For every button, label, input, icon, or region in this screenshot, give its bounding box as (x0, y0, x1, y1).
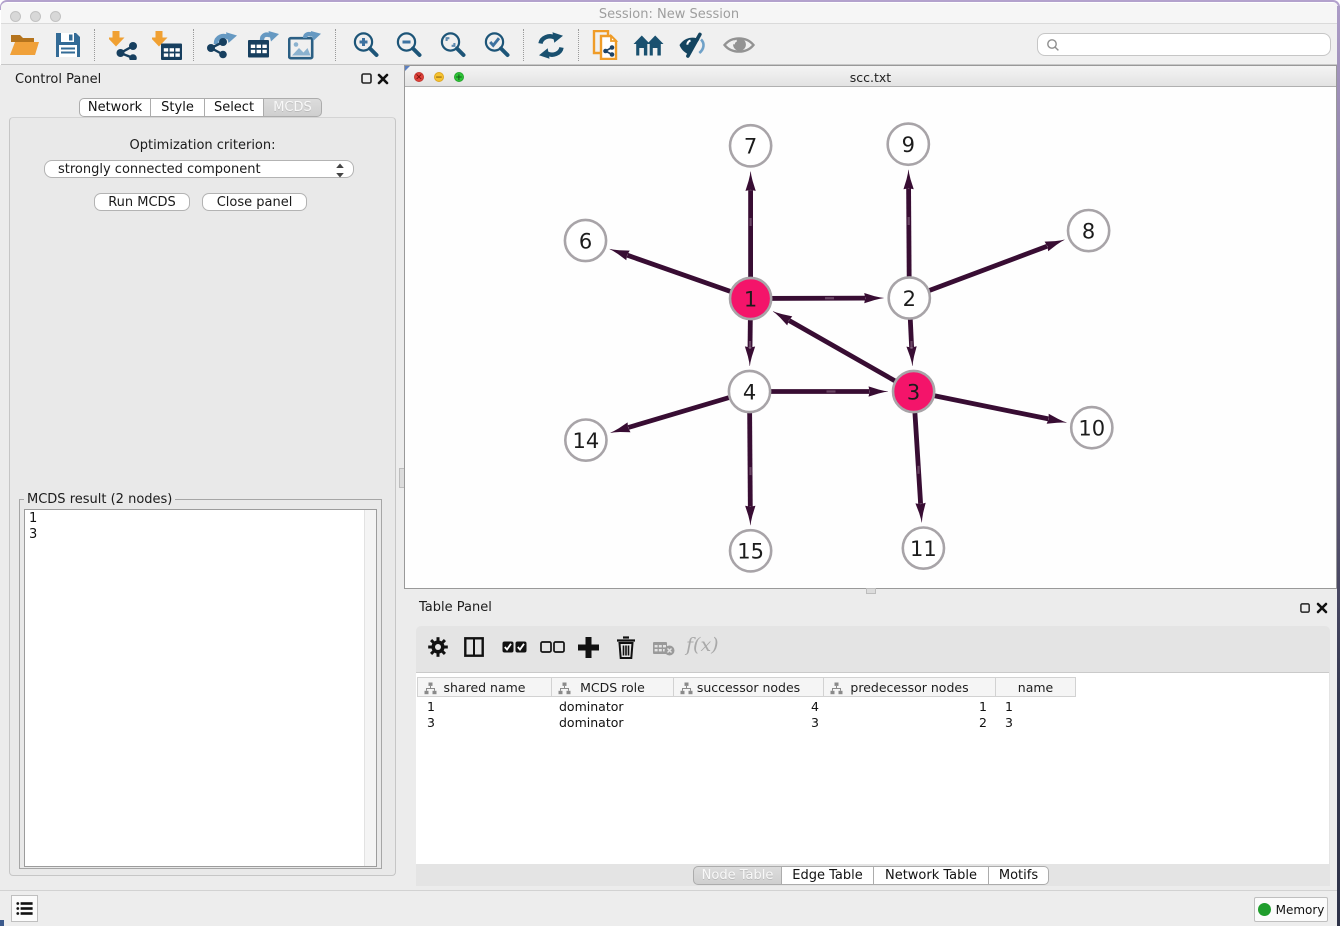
svg-text:4: 4 (743, 380, 756, 404)
svg-text:3: 3 (907, 380, 920, 404)
svg-text:1: 1 (744, 287, 757, 311)
svg-text:2: 2 (903, 287, 916, 311)
svg-text:7: 7 (744, 135, 757, 159)
svg-text:8: 8 (1082, 220, 1095, 244)
svg-text:10: 10 (1078, 417, 1105, 441)
svg-text:15: 15 (737, 540, 764, 564)
svg-text:6: 6 (579, 229, 592, 253)
svg-text:14: 14 (573, 429, 600, 453)
svg-text:11: 11 (910, 537, 937, 561)
svg-text:9: 9 (902, 133, 915, 157)
